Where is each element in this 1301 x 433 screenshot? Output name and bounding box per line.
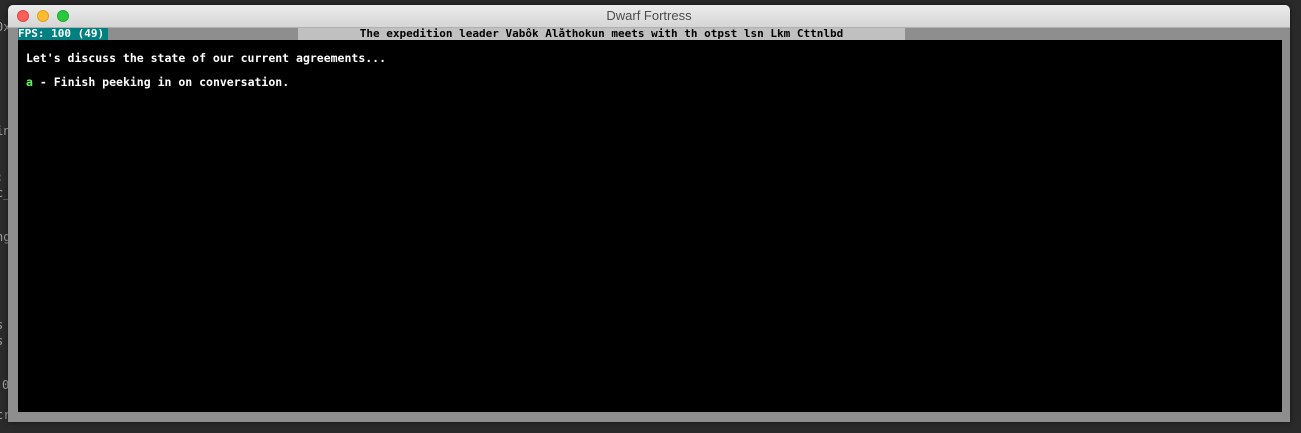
fps-counter: FPS: 100 (49) — [18, 28, 109, 40]
dialog-option[interactable]: a - Finish peeking in on conversation. — [26, 75, 289, 89]
background-terminal-text: s — [0, 318, 3, 332]
option-label: Finish peeking in on conversation. — [53, 75, 290, 89]
game-window: Dwarf Fortress FPS: 100 (49) The expedit… — [8, 5, 1290, 422]
window-title: Dwarf Fortress — [606, 8, 692, 23]
option-separator: - — [32, 75, 54, 89]
game-area: FPS: 100 (49) The expedition leader Vabô… — [8, 28, 1290, 422]
option-hotkey: a — [26, 75, 33, 89]
dialog-prompt: Let's discuss the state of our current a… — [26, 51, 387, 65]
background-terminal-text: : — [0, 170, 3, 184]
dialog-screen: Let's discuss the state of our current a… — [18, 40, 1282, 412]
window-titlebar[interactable]: Dwarf Fortress — [8, 5, 1290, 28]
conversation-header: The expedition leader Vabôk Alåthokun me… — [298, 28, 905, 40]
background-terminal-text: s — [0, 334, 3, 348]
